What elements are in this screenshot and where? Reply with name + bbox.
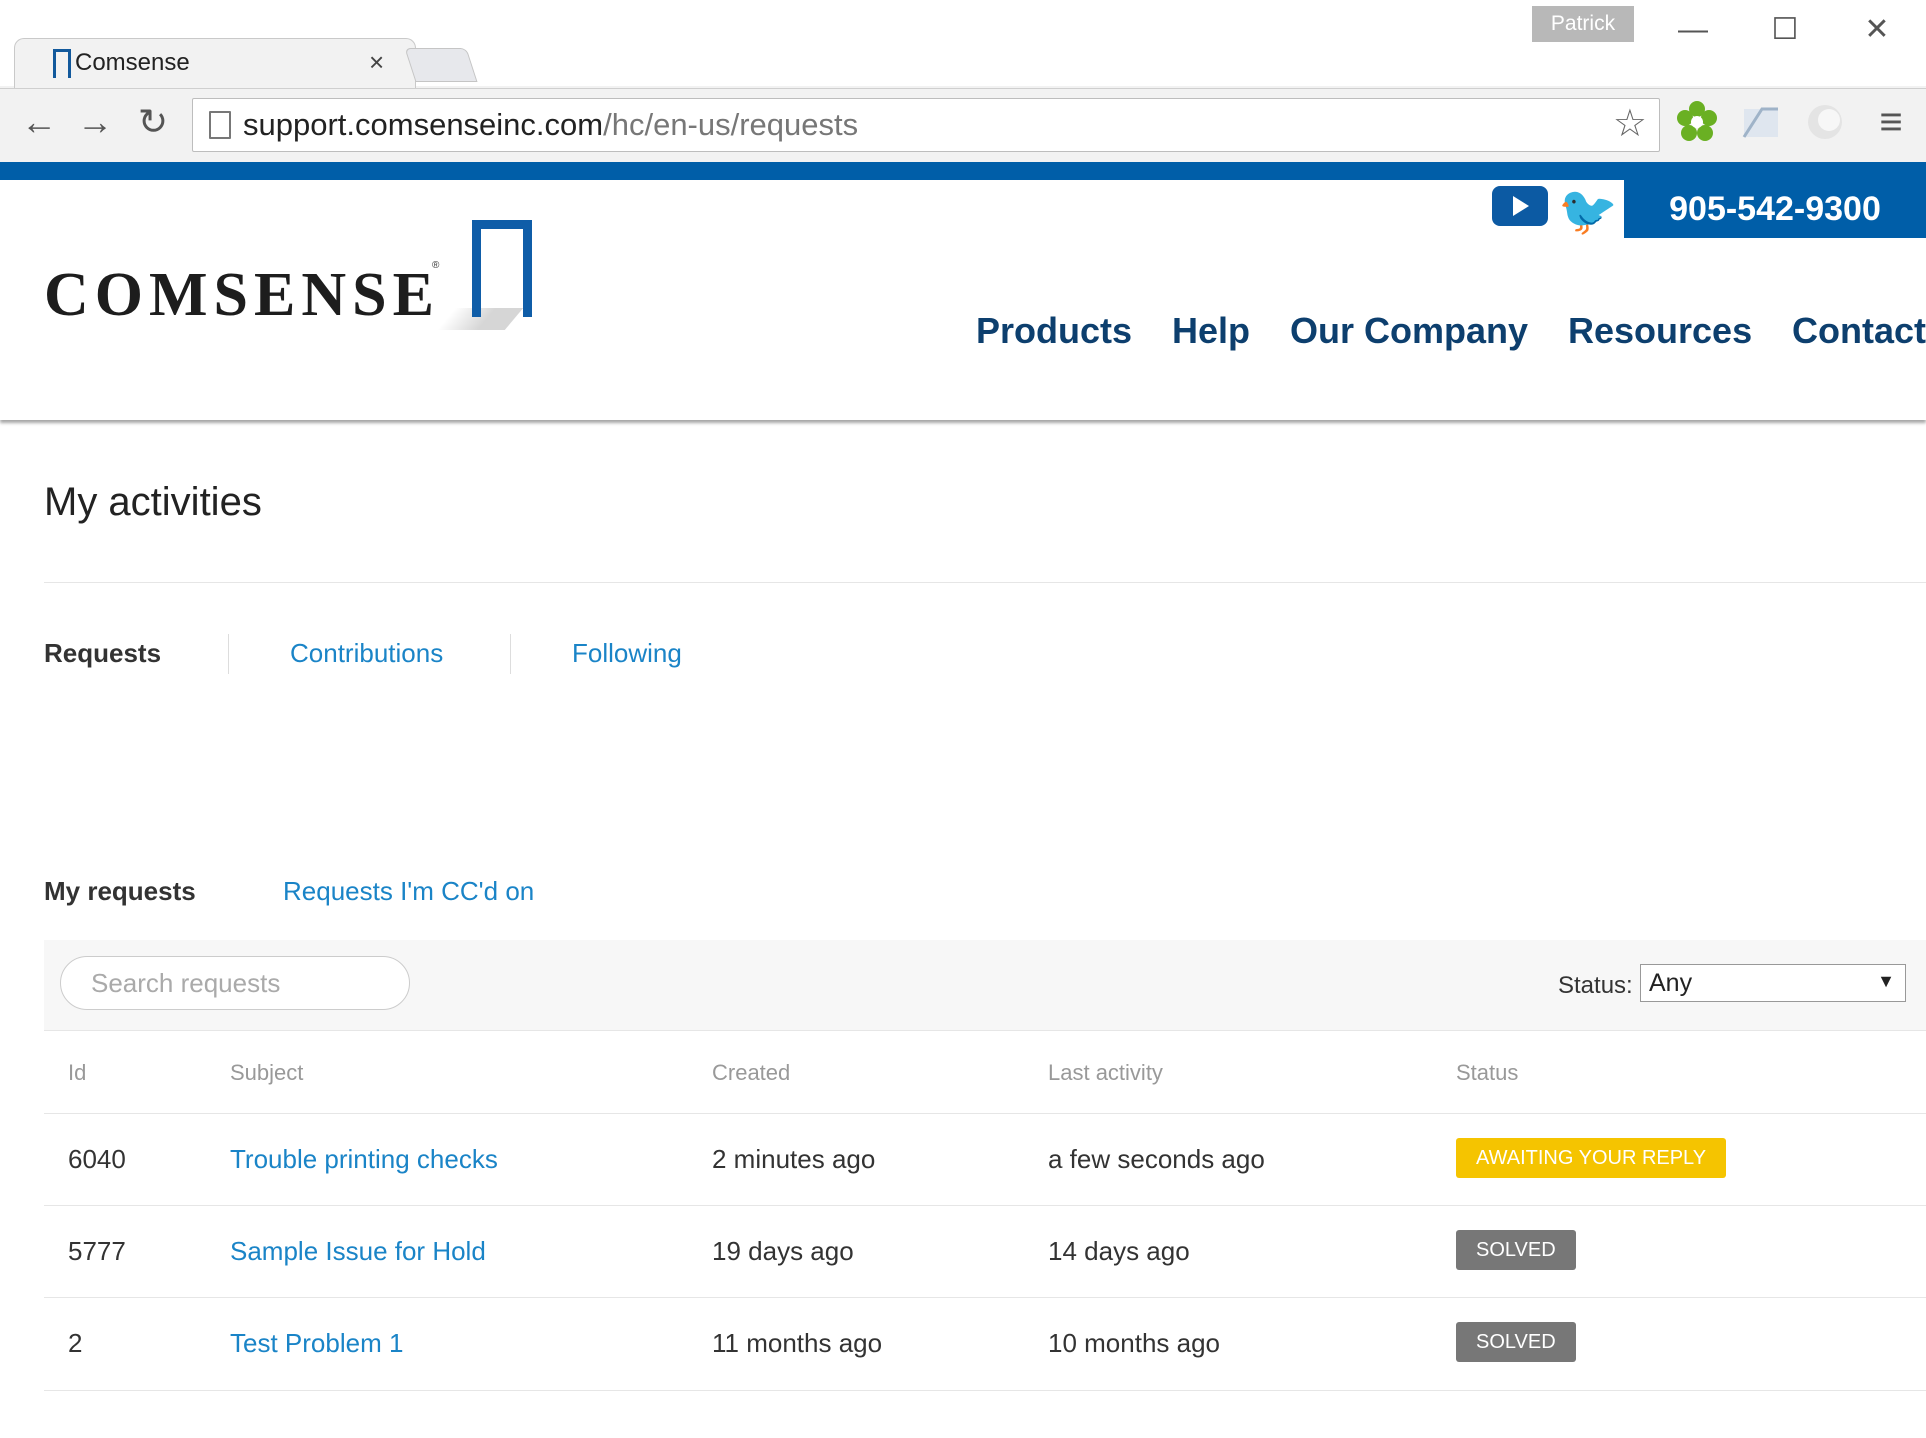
table-row: 6040 Trouble printing checks 2 minutes a…	[44, 1113, 1926, 1206]
request-subject-link[interactable]: Sample Issue for Hold	[230, 1236, 486, 1267]
page-title: My activities	[44, 480, 262, 524]
profile-button[interactable]: Patrick	[1532, 6, 1634, 42]
nav-resources[interactable]: Resources	[1568, 310, 1752, 352]
status-filter-label: Status:	[1558, 972, 1633, 999]
address-bar[interactable]: support.comsenseinc.com/hc/en-us/request…	[192, 98, 1660, 152]
url-text: support.comsenseinc.com/hc/en-us/request…	[243, 107, 858, 143]
status-badge: SOLVED	[1456, 1322, 1576, 1362]
request-last-activity: 10 months ago	[1048, 1328, 1221, 1358]
tab-cc-requests[interactable]: Requests I'm CC'd on	[283, 876, 534, 907]
request-subject-link[interactable]: Test Problem 1	[230, 1328, 403, 1359]
chevron-down-icon: ▼	[1877, 971, 1895, 991]
bookmark-star-icon[interactable]: ☆	[1613, 101, 1647, 146]
nav-our-company[interactable]: Our Company	[1290, 310, 1528, 352]
request-created: 19 days ago	[712, 1236, 854, 1266]
column-header-created: Created	[712, 1060, 791, 1085]
column-header-status: Status	[1456, 1060, 1519, 1085]
tab-close-icon[interactable]: ×	[369, 47, 384, 78]
window-close-icon[interactable]: ✕	[1852, 10, 1902, 50]
status-filter-value: Any	[1649, 969, 1693, 997]
subnav-divider	[510, 634, 511, 674]
reload-icon[interactable]: ↻	[132, 101, 174, 143]
comsense-favicon-icon	[53, 49, 71, 78]
request-id: 2	[68, 1328, 83, 1358]
browser-menu-icon[interactable]: ≡	[1870, 101, 1912, 143]
search-requests-input[interactable]	[60, 956, 410, 1010]
circle-extension-icon[interactable]	[1802, 99, 1848, 145]
request-created: 2 minutes ago	[712, 1144, 876, 1174]
browser-chrome: Comsense × Patrick — ☐ ✕ ← → ↻ support.c…	[0, 0, 1926, 162]
page-icon	[209, 111, 231, 139]
browser-toolbar: ← → ↻ support.comsenseinc.com/hc/en-us/r…	[0, 88, 1926, 161]
table-bottom-border	[44, 1390, 1926, 1391]
browser-tab[interactable]: Comsense ×	[14, 38, 416, 89]
forward-arrow-icon[interactable]: →	[74, 101, 116, 143]
new-tab-button[interactable]	[404, 48, 478, 82]
subnav-requests: Requests	[44, 638, 162, 668]
window-maximize-icon[interactable]: ☐	[1760, 10, 1810, 50]
comsense-logo[interactable]: COMSENSE	[44, 260, 440, 331]
site-header: COMSENSE ® 🐦 905-542-9300 Products Help …	[0, 180, 1926, 420]
table-row: 5777 Sample Issue for Hold 19 days ago 1…	[44, 1205, 1926, 1298]
tab-title: Comsense	[75, 49, 190, 76]
request-last-activity: 14 days ago	[1048, 1236, 1190, 1266]
status-badge: AWAITING YOUR REPLY	[1456, 1138, 1727, 1178]
nav-help[interactable]: Help	[1172, 310, 1250, 352]
nav-products[interactable]: Products	[976, 310, 1132, 352]
table-row: 2 Test Problem 1 11 months ago 10 months…	[44, 1297, 1926, 1390]
url-path: /hc/en-us/requests	[603, 107, 859, 142]
column-header-id: Id	[68, 1060, 87, 1085]
request-filter-bar: Status: Any ▼	[44, 940, 1926, 1031]
request-last-activity: a few seconds ago	[1048, 1144, 1265, 1174]
column-header-subject: Subject	[230, 1060, 304, 1085]
tab-my-requests: My requests	[44, 876, 196, 906]
logo-registered-mark: ®	[432, 260, 440, 271]
subnav-divider	[228, 634, 229, 674]
window-minimize-icon[interactable]: —	[1668, 10, 1718, 50]
green-flower-extension-icon[interactable]	[1674, 99, 1720, 145]
request-created: 11 months ago	[712, 1328, 883, 1358]
status-filter-select[interactable]: Any ▼	[1640, 964, 1906, 1002]
title-divider	[44, 582, 1926, 583]
column-header-last-activity: Last activity	[1048, 1060, 1163, 1085]
subnav-following[interactable]: Following	[572, 638, 682, 669]
document-extension-icon[interactable]	[1738, 99, 1784, 145]
subnav-contributions[interactable]: Contributions	[290, 638, 443, 669]
twitter-icon[interactable]: 🐦	[1558, 182, 1618, 239]
request-id: 5777	[68, 1236, 126, 1266]
phone-number[interactable]: 905-542-9300	[1624, 180, 1926, 238]
play-icon	[1513, 196, 1529, 216]
logo-door-icon	[472, 220, 532, 317]
tab-strip: Comsense × Patrick — ☐ ✕	[0, 0, 1926, 89]
url-domain: support.comsenseinc.com	[243, 107, 604, 142]
request-subject-link[interactable]: Trouble printing checks	[230, 1144, 498, 1175]
status-badge: SOLVED	[1456, 1230, 1576, 1270]
back-arrow-icon[interactable]: ←	[18, 101, 60, 143]
request-id: 6040	[68, 1144, 126, 1174]
youtube-icon[interactable]	[1492, 186, 1548, 226]
nav-contact[interactable]: Contact	[1792, 310, 1926, 352]
site-top-bar	[0, 162, 1926, 180]
